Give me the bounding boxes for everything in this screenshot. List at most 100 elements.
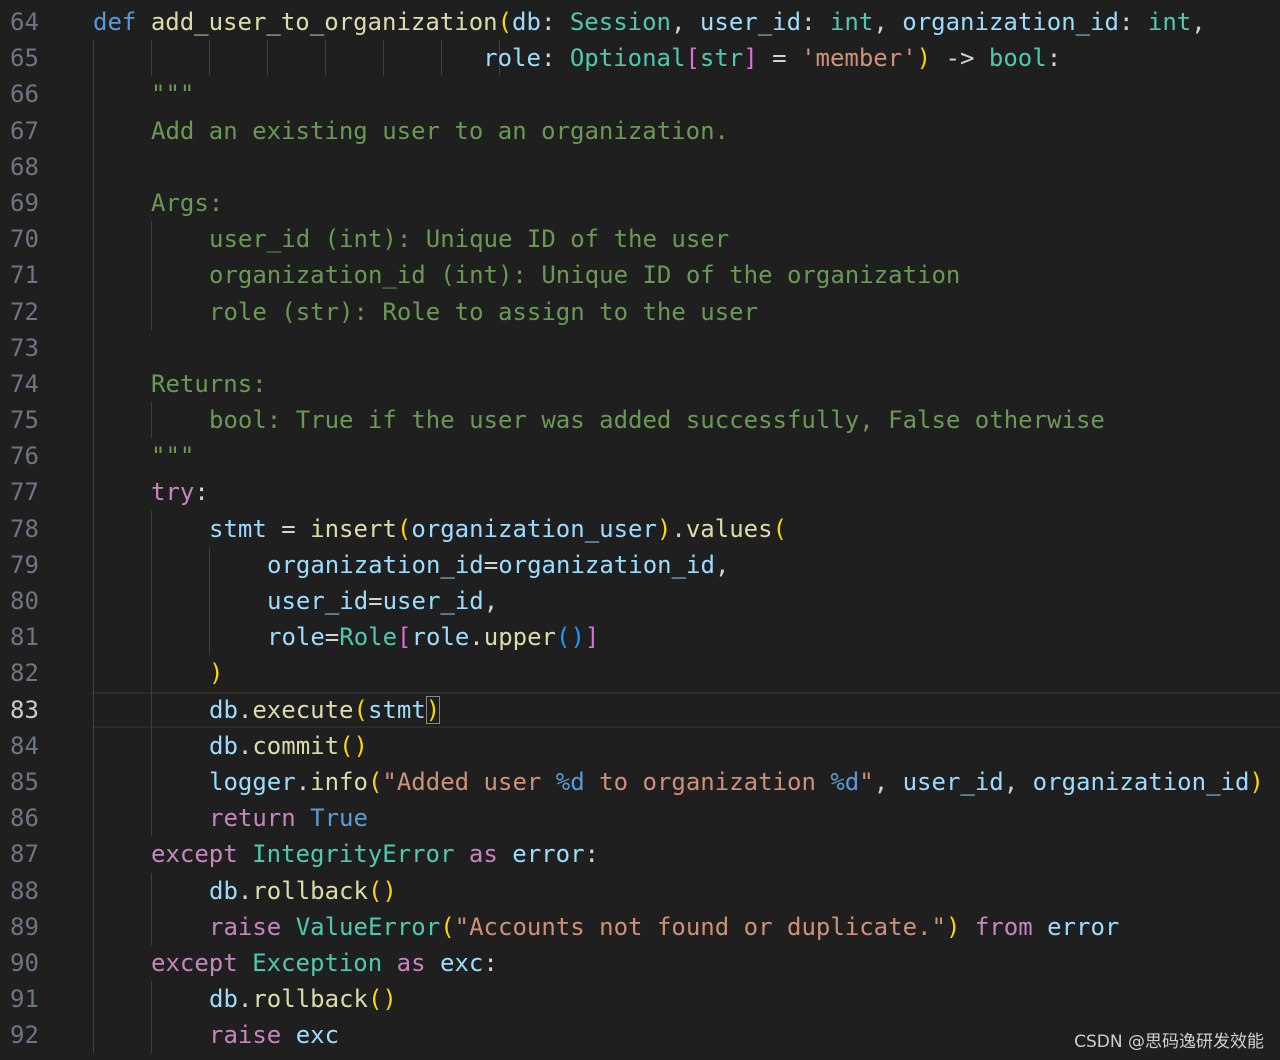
code-line[interactable]: 83 db.execute(stmt) (0, 691, 1280, 728)
code-text: role (str): Role to assign to the user (209, 294, 758, 330)
code-text: Args: (151, 185, 223, 221)
code-line[interactable]: 67 Add an existing user to an organizatio… (0, 112, 1280, 149)
code-line[interactable]: 70 user_id (int): Unique ID of the user (0, 221, 1280, 258)
code-token: : (540, 8, 570, 36)
line-number: 66 (10, 80, 39, 109)
code-editor[interactable]: 64 def add_user_to_organization(db: Sessi… (0, 4, 1280, 1060)
code-line[interactable]: 72 role (str): Role to assign to the user (0, 293, 1280, 330)
code-line[interactable]: 69 Args: (0, 184, 1280, 222)
code-token: = (757, 44, 802, 73)
code-token: . (295, 767, 311, 796)
code-token: , (1191, 8, 1206, 36)
indent-guide (151, 655, 152, 692)
code-token: , (714, 550, 730, 579)
code-token: , (873, 8, 903, 36)
code-token: exc (295, 1021, 340, 1050)
line-number: 67 (10, 116, 39, 145)
code-token: : (1119, 8, 1148, 36)
code-token: Role (339, 623, 398, 652)
line-number: 80 (10, 587, 39, 615)
code-line[interactable]: 82) (0, 655, 1280, 692)
code-token: """ (151, 80, 195, 109)
code-token: db (209, 985, 238, 1014)
line-number: 71 (10, 261, 39, 290)
code-line[interactable]: 79 organization_id=organization_id, (0, 546, 1280, 583)
code-token: ) (425, 695, 441, 724)
code-token: . (237, 731, 253, 760)
code-line[interactable]: 64 def add_user_to_organization(db: Sessi… (0, 4, 1280, 40)
indent-guide (93, 872, 94, 909)
code-token: logger (209, 767, 296, 796)
indent-guide (93, 1017, 94, 1054)
code-line[interactable]: 84 db.commit() (0, 727, 1280, 764)
code-text: db.rollback() (209, 981, 397, 1017)
indent-guide (151, 221, 152, 258)
line-number: 84 (10, 731, 39, 760)
code-line[interactable]: 75 bool: True if the user was added succe… (0, 402, 1280, 439)
code-token: organization_id (int): Unique ID of the … (209, 261, 961, 290)
code-text: user_id=user_id, (267, 583, 498, 619)
code-text: db.execute(stmt) (209, 692, 441, 728)
code-line[interactable]: 87 except IntegrityError as error: (0, 836, 1280, 873)
code-line[interactable]: 85 logger.info("Added user %d to organiza… (0, 763, 1280, 801)
code-token: user_id (382, 587, 484, 615)
code-text: return True (209, 800, 368, 836)
code-line[interactable]: 88 db.rollback() (0, 872, 1280, 909)
code-line[interactable]: 74 Returns: (0, 365, 1280, 403)
indent-guide (151, 691, 152, 728)
indent-guide (93, 763, 94, 801)
indent-guide (93, 836, 94, 873)
indent-guide (93, 293, 94, 330)
code-line[interactable]: 66 """ (0, 76, 1280, 113)
indent-guide (93, 474, 94, 511)
code-token: bool (988, 44, 1047, 73)
indent-guide (93, 438, 94, 475)
line-number: 75 (10, 406, 39, 435)
line-number: 64 (10, 8, 39, 36)
code-text: raise exc (209, 1017, 339, 1053)
code-token: . (237, 876, 253, 905)
code-text: Add an existing user to an organization. (151, 113, 729, 149)
code-line[interactable]: 73 (0, 329, 1280, 366)
code-token: commit (252, 731, 340, 760)
code-line[interactable]: 80 user_id=user_id, (0, 583, 1280, 620)
code-token: ) (1249, 767, 1264, 796)
code-line[interactable]: 89 raise ValueError("Accounts not found o… (0, 908, 1280, 945)
code-token: error (512, 840, 585, 869)
code-token: ValueError (295, 912, 441, 941)
code-line[interactable]: 78 stmt = insert(organization_user).value… (0, 510, 1280, 547)
indent-guide (93, 908, 94, 945)
code-token: () (556, 623, 585, 652)
code-token: """ (151, 442, 195, 471)
indent-guide (93, 619, 94, 656)
code-token: values (685, 514, 773, 543)
code-text: db.commit() (209, 728, 368, 764)
line-number: 78 (10, 514, 39, 543)
code-token: 'member' (801, 44, 917, 73)
code-line[interactable]: 77 try: (0, 474, 1280, 511)
code-line[interactable]: 81 role=Role[role.upper()] (0, 619, 1280, 656)
code-line[interactable]: 90 except Exception as exc: (0, 944, 1280, 982)
code-token: = (483, 550, 499, 579)
code-token: role (411, 623, 470, 652)
code-token: = (368, 587, 383, 615)
code-token: ( (353, 695, 368, 724)
code-line[interactable]: 71 organization_id (int): Unique ID of th… (0, 257, 1280, 294)
code-line[interactable]: 91 db.rollback() (0, 981, 1280, 1018)
line-number: 74 (10, 369, 39, 398)
code-line[interactable]: 86 return True (0, 800, 1280, 837)
code-token: , (873, 767, 903, 796)
code-line[interactable]: 76 """ (0, 438, 1280, 475)
code-token: as (396, 948, 426, 977)
code-token: IntegrityError (252, 840, 455, 869)
code-line[interactable]: 65 role: Optional[str] = 'member') -> bo… (0, 40, 1280, 77)
code-token: True (310, 804, 368, 833)
code-token: ] (584, 623, 600, 652)
code-text: ) (209, 655, 223, 691)
code-line[interactable]: 68 (0, 148, 1280, 185)
code-token: , (483, 587, 499, 615)
